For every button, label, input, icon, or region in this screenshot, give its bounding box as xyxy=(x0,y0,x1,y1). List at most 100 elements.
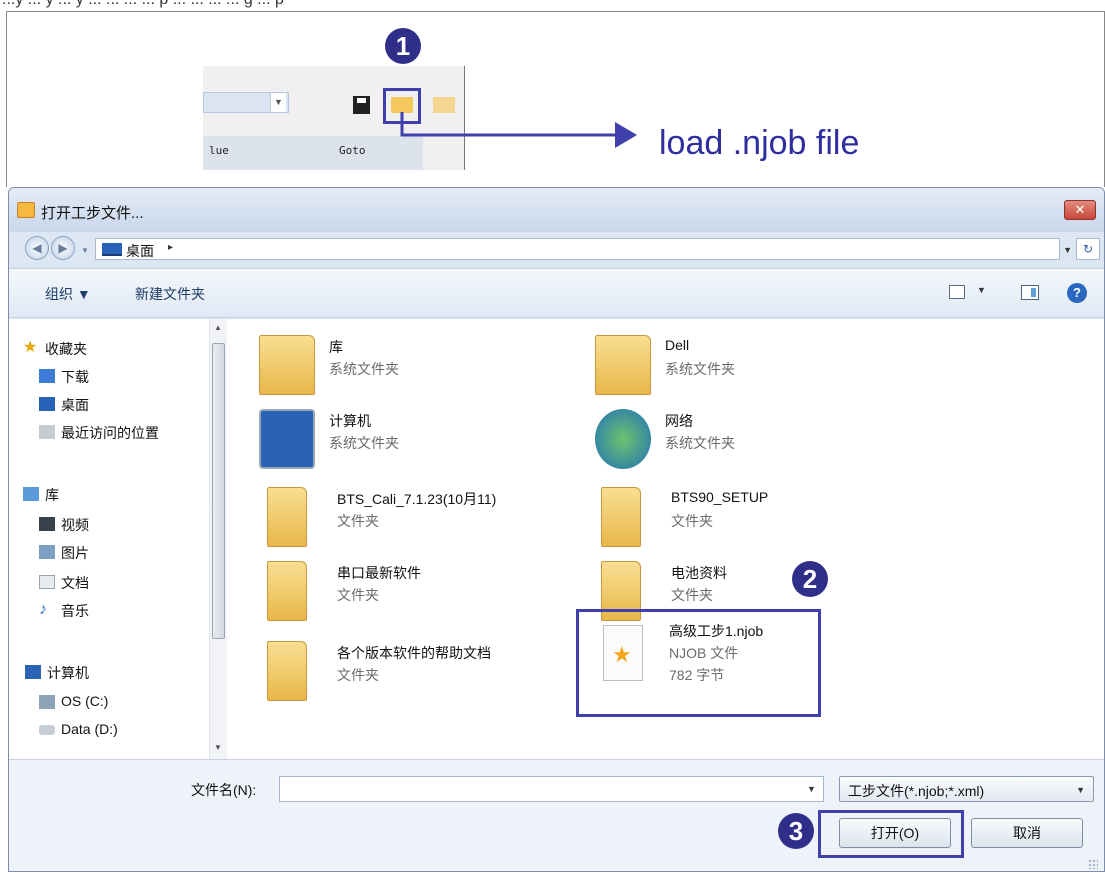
load-njob-label: load .njob file xyxy=(659,124,860,162)
nav-libraries[interactable]: 库 xyxy=(45,485,59,505)
list-item[interactable]: BTS90_SETUP 文件夹 xyxy=(601,487,881,551)
breadcrumb-arrow-icon[interactable]: ▸ xyxy=(168,242,173,253)
cancel-button[interactable]: 取消 xyxy=(971,818,1083,848)
nav-recent[interactable]: 最近访问的位置 xyxy=(61,423,159,443)
pictures-icon xyxy=(39,545,55,559)
new-folder-button[interactable]: 新建文件夹 xyxy=(135,284,205,304)
list-item[interactable]: 计算机 系统文件夹 xyxy=(259,409,539,473)
help-icon[interactable]: ? xyxy=(1067,283,1087,303)
caption-text: ...y ... y ... y ... ... ... ... p ... .… xyxy=(2,0,284,9)
scroll-down-icon[interactable]: ▼ xyxy=(214,743,222,752)
nav-videos[interactable]: 视频 xyxy=(61,515,89,535)
list-item[interactable]: 各个版本软件的帮助文档 文件夹 xyxy=(267,641,547,705)
item-name: BTS_Cali_7.1.23(10月11) xyxy=(337,491,497,507)
view-dropdown-icon[interactable]: ▼ xyxy=(977,285,986,295)
music-icon: ♪ xyxy=(39,601,47,618)
star-icon: ★ xyxy=(23,339,38,356)
list-item[interactable]: 库 系统文件夹 xyxy=(259,335,539,399)
item-name: Dell xyxy=(665,337,690,353)
computer-icon xyxy=(259,409,315,469)
nav-documents[interactable]: 文档 xyxy=(61,573,89,593)
item-name: 电池资料 xyxy=(671,565,727,581)
organize-button[interactable]: 组织 ▼ xyxy=(45,284,91,304)
item-type: 文件夹 xyxy=(337,587,379,603)
nav-drive-d[interactable]: Data (D:) xyxy=(61,721,118,737)
nav-pictures[interactable]: 图片 xyxy=(61,543,89,563)
dialog-title: 打开工步文件... xyxy=(41,205,144,222)
desktop-icon xyxy=(102,243,122,256)
nav-favorites[interactable]: 收藏夹 xyxy=(45,339,87,359)
instruction-panel: ▼ lue Goto 1 load .njob file xyxy=(6,11,1105,187)
item-type: 文件夹 xyxy=(671,513,713,529)
drive-d-icon xyxy=(39,725,55,735)
forward-button[interactable]: ▶ xyxy=(51,236,75,260)
nav-music[interactable]: 音乐 xyxy=(61,601,89,621)
item-type: 系统文件夹 xyxy=(665,361,735,377)
item-name: 计算机 xyxy=(329,413,371,429)
nav-downloads[interactable]: 下载 xyxy=(61,367,89,387)
item-type: 系统文件夹 xyxy=(329,361,399,377)
computer-icon xyxy=(25,665,41,679)
videos-icon xyxy=(39,517,55,531)
scroll-thumb[interactable] xyxy=(212,343,225,639)
item-type: 系统文件夹 xyxy=(329,435,399,451)
recent-places-icon xyxy=(39,425,55,439)
list-item[interactable]: BTS_Cali_7.1.23(10月11) 文件夹 xyxy=(267,487,547,551)
scroll-up-icon[interactable]: ▲ xyxy=(214,323,222,332)
file-type-select[interactable]: 工步文件(*.njob;*.xml) ▼ xyxy=(839,776,1094,802)
open-file-dialog: 打开工步文件... ✕ ◀ ▶ ▼ 桌面 ▸ ▼ ↻ 组织 ▼ 新建文件夹 ▼ … xyxy=(8,187,1105,872)
view-options-icon[interactable] xyxy=(949,285,965,299)
item-name: 库 xyxy=(329,339,343,355)
mini-combo[interactable]: ▼ xyxy=(203,92,289,113)
item-type: 文件夹 xyxy=(337,513,379,529)
library-icon xyxy=(23,487,39,501)
save-icon[interactable] xyxy=(353,96,370,114)
column-header-goto: Goto xyxy=(339,144,366,157)
highlight-box-2 xyxy=(576,609,821,717)
downloads-icon xyxy=(39,369,55,383)
column-header-value: lue xyxy=(209,144,229,157)
nav-drive-c[interactable]: OS (C:) xyxy=(61,693,108,709)
chevron-down-icon: ▼ xyxy=(270,93,286,112)
filename-input[interactable] xyxy=(279,776,824,802)
step-badge-2: 2 xyxy=(792,561,828,597)
network-icon xyxy=(595,409,651,469)
list-item[interactable]: 串口最新软件 文件夹 xyxy=(267,561,547,625)
item-name: BTS90_SETUP xyxy=(671,489,769,505)
grid-header-row xyxy=(203,136,423,170)
drive-c-icon xyxy=(39,695,55,709)
library-folder-icon xyxy=(259,335,315,395)
list-item[interactable]: 网络 系统文件夹 xyxy=(595,409,875,473)
item-name: 网络 xyxy=(665,413,693,429)
navigation-pane: ★ 收藏夹 下载 桌面 最近访问的位置 库 视频 图片 文档 ♪ 音乐 计算机 … xyxy=(9,319,231,759)
address-bar[interactable]: 桌面 ▸ xyxy=(95,238,1060,260)
breadcrumb-desktop[interactable]: 桌面 xyxy=(126,241,154,261)
close-button[interactable]: ✕ xyxy=(1064,200,1096,220)
nav-scrollbar[interactable]: ▲ ▼ xyxy=(209,319,227,759)
desktop-icon xyxy=(39,397,55,411)
screenshot-root: ...y ... y ... y ... ... ... ... p ... .… xyxy=(0,0,1105,872)
filename-label: 文件名(N): xyxy=(191,782,257,798)
list-item[interactable]: Dell 系统文件夹 xyxy=(595,335,875,399)
history-dropdown-icon[interactable]: ▼ xyxy=(81,246,89,255)
folder-icon xyxy=(267,561,307,621)
nav-desktop[interactable]: 桌面 xyxy=(61,395,89,415)
refresh-button[interactable]: ↻ xyxy=(1076,238,1100,260)
folder-icon xyxy=(267,641,307,701)
user-folder-icon xyxy=(595,335,651,395)
step-badge-1: 1 xyxy=(385,28,421,64)
nav-computer[interactable]: 计算机 xyxy=(47,663,89,683)
item-type: 文件夹 xyxy=(671,587,713,603)
dialog-title-bar[interactable]: 打开工步文件... ✕ xyxy=(9,188,1104,232)
back-button[interactable]: ◀ xyxy=(25,236,49,260)
preview-pane-icon[interactable] xyxy=(1021,285,1039,300)
file-type-value: 工步文件(*.njob;*.xml) xyxy=(848,783,985,799)
address-dropdown-icon[interactable]: ▼ xyxy=(1063,245,1072,255)
highlight-box-3 xyxy=(818,810,964,858)
resize-grip-icon[interactable] xyxy=(1088,859,1098,869)
item-type: 文件夹 xyxy=(337,667,379,683)
item-name: 各个版本软件的帮助文档 xyxy=(337,645,491,661)
folder-icon xyxy=(267,487,307,547)
address-row: ◀ ▶ ▼ 桌面 ▸ ▼ ↻ xyxy=(9,232,1104,264)
item-name: 串口最新软件 xyxy=(337,565,421,581)
